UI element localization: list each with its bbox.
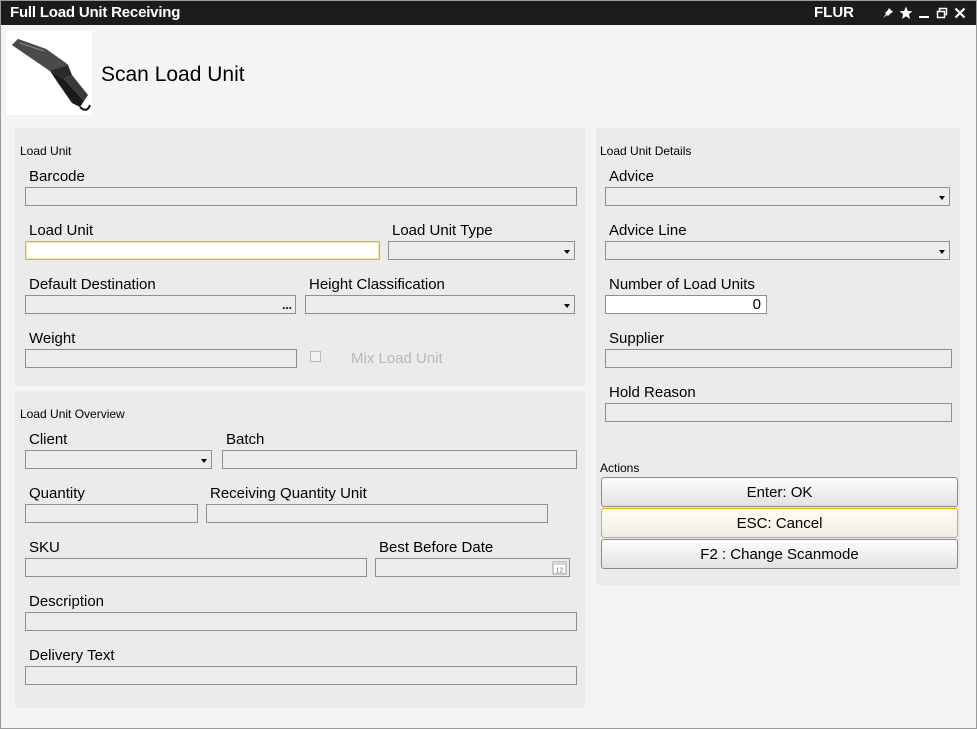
quantity-label: Quantity [29,485,85,502]
mix-load-unit-checkbox[interactable] [310,351,321,362]
load-unit-input[interactable] [25,241,380,260]
description-input[interactable] [25,612,577,631]
calendar-icon-day: 12 [556,568,564,575]
chevron-down-icon [564,250,570,254]
supplier-input[interactable] [605,349,952,368]
barcode-input[interactable] [25,187,577,206]
site-code: FLUR [814,4,854,21]
page-title: Scan Load Unit [101,63,245,86]
chevron-down-icon [201,459,207,463]
client-dropdown[interactable] [25,450,212,469]
title-bar: Full Load Unit Receiving FLUR [1,1,976,25]
batch-input[interactable] [222,450,577,469]
minimize-icon[interactable] [917,4,931,22]
best-before-date-input[interactable]: 12 [375,558,570,577]
default-destination-label: Default Destination [29,276,156,293]
cancel-button[interactable]: ESC: Cancel [601,508,958,538]
star-icon[interactable] [899,4,913,22]
load-unit-type-label: Load Unit Type [392,222,493,239]
load-unit-section-title: Load Unit [20,144,72,158]
barcode-label: Barcode [29,168,85,185]
actions-section-title: Actions [600,461,640,475]
change-scanmode-button[interactable]: F2 : Change Scanmode [601,539,958,569]
pin-icon[interactable] [881,4,895,22]
barcode-scanner-image [6,31,92,115]
best-before-date-label: Best Before Date [379,539,494,556]
load-unit-label: Load Unit [29,222,94,239]
number-of-load-units-input[interactable]: 0 [605,295,767,314]
chevron-down-icon [939,196,945,200]
browse-button[interactable]: ... [282,297,292,313]
ok-button[interactable]: Enter: OK [601,477,958,507]
weight-input[interactable] [25,349,297,368]
restore-icon[interactable] [935,4,949,22]
advice-label: Advice [609,168,655,185]
number-of-load-units-label: Number of Load Units [609,276,755,293]
receiving-quantity-unit-input[interactable] [206,504,548,523]
hold-reason-input[interactable] [605,403,952,422]
height-classification-label: Height Classification [309,276,445,293]
mix-load-unit-label: Mix Load Unit [351,350,443,367]
window-title: Full Load Unit Receiving [10,4,181,21]
sku-label: SKU [29,539,60,556]
calendar-icon[interactable]: 12 [552,560,567,575]
description-label: Description [29,593,105,610]
chevron-down-icon [939,250,945,254]
load-unit-type-dropdown[interactable] [388,241,575,260]
weight-label: Weight [29,330,76,347]
window: Full Load Unit Receiving FLUR Scan Load … [0,0,977,729]
load-unit-details-section-title: Load Unit Details [600,144,692,158]
advice-line-dropdown[interactable] [605,241,950,260]
default-destination-input[interactable]: ... [25,295,296,314]
receiving-quantity-unit-label: Receiving Quantity Unit [210,485,367,502]
hold-reason-label: Hold Reason [609,384,696,401]
client-label: Client [29,431,68,448]
advice-line-label: Advice Line [609,222,687,239]
height-classification-dropdown[interactable] [305,295,575,314]
load-unit-overview-section-title: Load Unit Overview [20,407,125,421]
batch-label: Batch [226,431,265,448]
chevron-down-icon [564,304,570,308]
delivery-text-input[interactable] [25,666,577,685]
window-controls [881,3,967,23]
advice-dropdown[interactable] [605,187,950,206]
delivery-text-label: Delivery Text [29,647,115,664]
number-of-load-units-value: 0 [752,296,761,313]
sku-input[interactable] [25,558,367,577]
supplier-label: Supplier [609,330,665,347]
quantity-input[interactable] [25,504,198,523]
close-icon[interactable] [953,4,967,22]
